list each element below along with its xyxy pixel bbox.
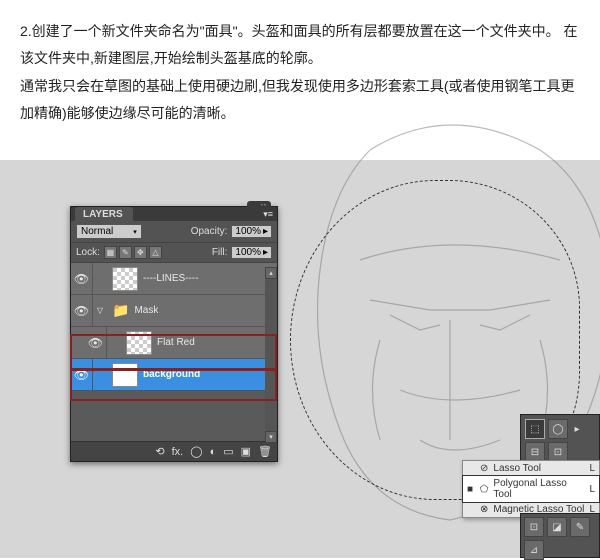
layer-list: 👁 ----LINES---- 👁 ▽ 📁 Mask 👁 Flat Red 👁 … [71,263,277,441]
layer-name: Mask [134,305,158,316]
new-layer-icon[interactable]: ▣ [241,445,251,458]
delete-icon[interactable]: 🗑 [258,445,272,458]
lock-transparency-icon[interactable]: ▦ [104,246,117,259]
blend-mode-dropdown[interactable]: Normal▾ [76,224,142,239]
eye-icon[interactable]: 👁 [88,336,103,350]
rect-marquee-icon[interactable]: ⬚ [525,419,545,439]
lock-all-icon[interactable]: △ [149,246,162,259]
lock-label: Lock: [76,247,100,258]
magnetic-lasso-icon: ⊗ [480,504,488,515]
lock-position-icon[interactable]: ✥ [134,246,147,259]
blend-row: Normal▾ Opacity: 100%▸ [71,221,277,243]
eye-icon[interactable]: 👁 [74,272,89,286]
menu-label: Polygonal Lasso Tool [493,478,584,500]
shortcut: L [589,484,595,495]
instruction-p1: 2.创建了一个新文件夹命名为"面具"。头盔和面具的所有层都要放置在这一个文件夹中… [20,18,580,71]
opacity-label: Opacity: [191,226,228,237]
lasso-flyout-menu: ⊘ Lasso Tool L ■ ⬠ Polygonal Lasso Tool … [462,460,600,518]
eye-icon[interactable]: 👁 [74,368,89,382]
layer-name: Flat Red [157,337,195,348]
panel-tabs: •• LAYERS ▾≡ [71,207,277,221]
fx-icon[interactable]: fx. [172,446,184,458]
polygonal-lasso-item[interactable]: ■ ⬠ Polygonal Lasso Tool L [462,475,600,503]
layer-thumb [126,331,152,355]
layer-name: background [143,369,200,380]
lock-paint-icon[interactable]: ✎ [119,246,132,259]
single-col-icon[interactable]: ⊡ [548,442,568,462]
layer-item-mask-group[interactable]: 👁 ▽ 📁 Mask [71,295,277,327]
lasso-tool-item[interactable]: ⊘ Lasso Tool L [463,461,599,476]
opacity-field[interactable]: 100%▸ [231,225,272,238]
layer-name: ----LINES---- [143,273,199,284]
menu-label: Lasso Tool [493,463,541,474]
ruler-icon[interactable]: ⊿ [524,540,544,560]
fill-label: Fill: [212,247,228,258]
crop-icon[interactable]: ⊡ [524,517,544,537]
single-row-icon[interactable]: ⊟ [525,442,545,462]
slice-icon[interactable]: ◪ [547,517,567,537]
adjustment-icon[interactable]: ◐ [210,446,217,458]
panel-footer: ⟲ fx. ◯ ◐ ▭ ▣ 🗑 [71,441,277,461]
new-group-icon[interactable]: ▭ [223,445,233,458]
lasso-icon: ⊘ [480,463,488,474]
panel-menu-icon[interactable]: ▾≡ [263,209,273,220]
layer-thumb [112,363,138,387]
shortcut: L [589,463,595,474]
eyedropper-icon[interactable]: ✎ [570,517,590,537]
arrow-icon[interactable]: ▸ [571,419,583,439]
layer-item-background[interactable]: 👁 background [71,359,277,391]
layers-tab[interactable]: LAYERS [75,207,133,221]
panel-scrollbar[interactable]: ▴ ▾ [265,267,277,443]
eye-icon[interactable]: 👁 [74,304,89,318]
layer-thumb [112,267,138,291]
layer-item-lines[interactable]: 👁 ----LINES---- [71,263,277,295]
fill-field[interactable]: 100%▸ [231,246,272,259]
collapse-icon[interactable]: ▽ [93,306,107,315]
polygonal-lasso-icon: ⬠ [480,484,489,495]
link-layers-icon[interactable]: ⟲ [155,445,164,458]
layer-item-flat-red[interactable]: 👁 Flat Red [71,327,277,359]
mask-icon[interactable]: ◯ [190,445,202,458]
bottom-tool-panel: ⊡ ◪ ✎ ⊿ [520,513,600,558]
lock-icons: ▦ ✎ ✥ △ [104,246,162,259]
ellipse-marquee-icon[interactable]: ◯ [548,419,568,439]
folder-icon: 📁 [112,302,129,319]
lock-row: Lock: ▦ ✎ ✥ △ Fill: 100%▸ [71,243,277,263]
layers-panel: •• LAYERS ▾≡ Normal▾ Opacity: 100%▸ Lock… [70,206,278,462]
